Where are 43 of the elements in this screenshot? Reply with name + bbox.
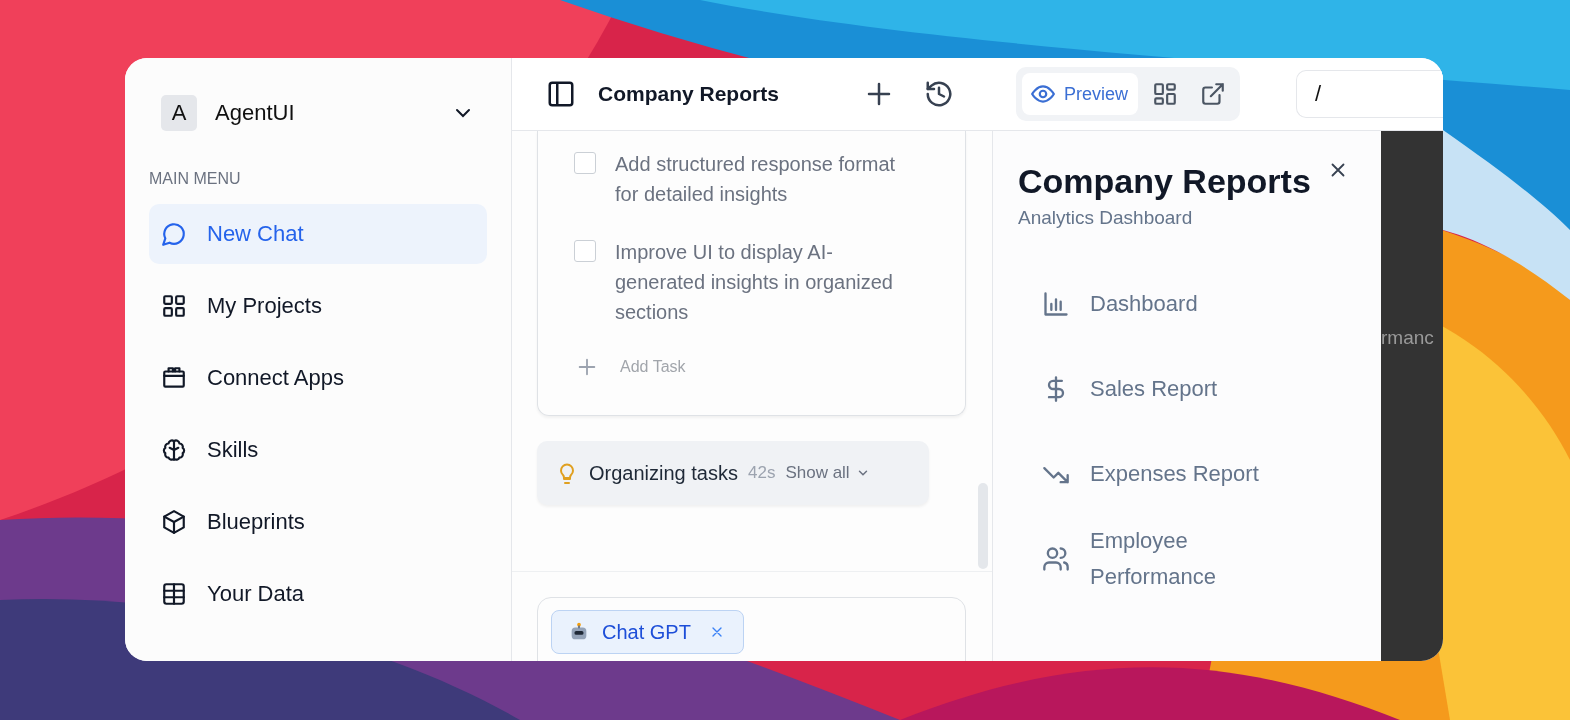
page-title: Company Reports (598, 82, 780, 106)
show-all-toggle[interactable]: Show all (785, 463, 870, 483)
checkbox[interactable] (574, 240, 596, 262)
bar-chart-icon (1042, 289, 1070, 318)
task-text: Add structured response format for detailed insights (615, 152, 897, 207)
sidebar-item[interactable]: My Projects (149, 276, 487, 336)
report-nav-item[interactable]: Expenses Report (1018, 431, 1349, 516)
report-nav-item[interactable]: Sales Report (1018, 346, 1349, 431)
layout-grid-icon (1152, 81, 1179, 107)
report-nav-item[interactable]: Employee Performance (1018, 516, 1349, 601)
background-text: rmanc (1381, 327, 1434, 349)
chip-label: Chat GPT (602, 620, 691, 644)
sidebar-toggle-icon[interactable] (546, 79, 576, 109)
panel-title: Company Reports (1018, 161, 1311, 202)
brain-icon (161, 437, 187, 463)
checkbox[interactable] (574, 152, 596, 174)
message-composer[interactable]: Chat GPT (537, 597, 966, 661)
sidebar-item[interactable]: Skills (149, 420, 487, 480)
report-nav-item[interactable]: Dashboard (1018, 261, 1349, 346)
sidebar-item[interactable]: New Chat (149, 204, 487, 264)
workspace-name: AgentUI (215, 100, 296, 126)
address-field[interactable]: / (1296, 70, 1443, 118)
elapsed-time: 42s (747, 463, 776, 483)
users-icon (1042, 544, 1070, 573)
plus-icon (576, 356, 598, 378)
preview-tab[interactable]: Preview (1022, 73, 1139, 115)
history-icon[interactable] (924, 79, 954, 109)
cube-icon (161, 509, 187, 535)
external-link-icon (1200, 81, 1227, 107)
grid-icon (161, 293, 187, 319)
sidebar-item[interactable]: Connect Apps (149, 348, 487, 408)
table-icon (161, 581, 187, 607)
sidebar-item[interactable]: Your Data (149, 564, 487, 624)
chat-bubble-icon (161, 221, 187, 247)
task-text: Improve UI to display AI-generated insights in organized sections (615, 240, 894, 325)
calendar-icon (161, 365, 187, 391)
brand-avatar: A (161, 95, 197, 131)
sidebar-item[interactable]: Blueprints (149, 492, 487, 552)
model-chip[interactable]: Chat GPT (551, 610, 744, 654)
panel-subtitle: Analytics Dashboard (1018, 207, 1194, 229)
scrollbar-thumb[interactable] (978, 483, 988, 569)
section-title: MAIN MENU (149, 170, 242, 188)
status-text: Organizing tasks (589, 461, 738, 485)
